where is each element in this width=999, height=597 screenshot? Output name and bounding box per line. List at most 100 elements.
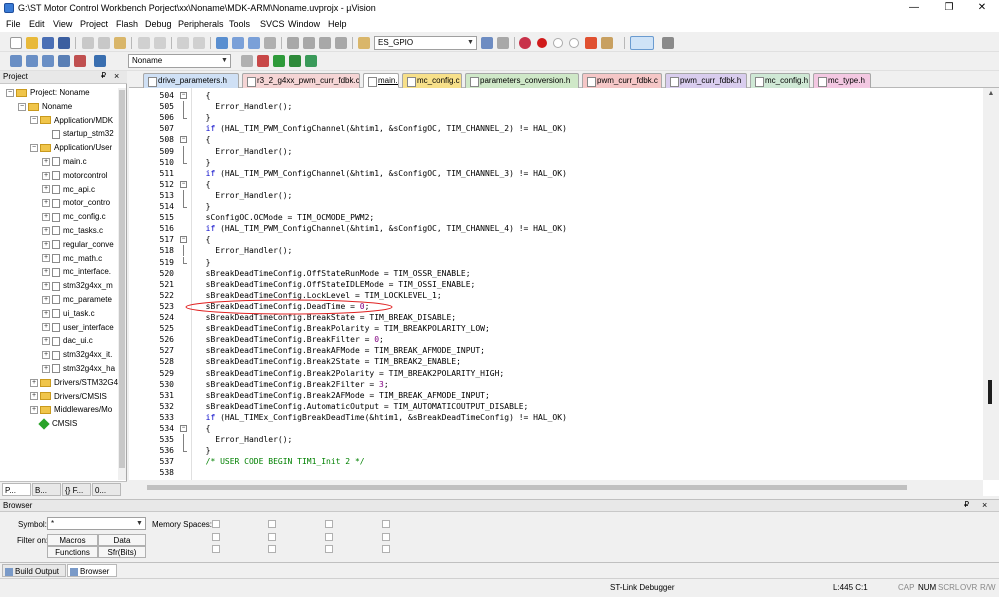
editor-tab[interactable]: main.c	[363, 73, 399, 88]
tab-books[interactable]: B...	[32, 483, 61, 496]
expand-icon[interactable]: +	[42, 351, 50, 360]
code-line[interactable]: {	[196, 234, 211, 245]
expand-icon[interactable]: +	[42, 282, 50, 291]
project-tree-item[interactable]: + mc_paramete	[42, 293, 112, 306]
expand-icon[interactable]: +	[42, 157, 50, 166]
debug-settings-icon[interactable]	[601, 37, 613, 49]
project-tree-item[interactable]: + Drivers/STM32G4	[30, 376, 118, 389]
functions-button[interactable]: Functions	[47, 546, 98, 558]
editor-tab[interactable]: drive_parameters.h	[143, 73, 239, 88]
download-icon[interactable]	[94, 55, 106, 67]
collapse-icon[interactable]: −	[6, 88, 14, 97]
expand-icon[interactable]: +	[42, 268, 50, 277]
rebuild-icon[interactable]	[42, 55, 54, 67]
configure-tools-icon[interactable]	[662, 37, 674, 49]
close-icon[interactable]: ×	[114, 71, 119, 81]
memory-space-checkbox[interactable]	[268, 545, 276, 553]
expand-icon[interactable]: +	[42, 199, 50, 208]
project-tree-item[interactable]: + motorcontrol	[42, 169, 107, 182]
menu-peripherals[interactable]: Peripherals	[178, 18, 224, 31]
close-icon[interactable]: ×	[982, 500, 987, 510]
code-line[interactable]: sBreakDeadTimeConfig.BreakAFMode = TIM_B…	[196, 345, 485, 356]
fold-toggle-icon[interactable]: −	[180, 425, 187, 432]
sfr-bits-button[interactable]: Sfr(Bits)	[98, 546, 146, 558]
memory-space-checkbox[interactable]	[325, 520, 333, 528]
paste-icon[interactable]	[114, 37, 126, 49]
tab-project[interactable]: P...	[2, 483, 31, 496]
disable-breakpoint-icon[interactable]	[553, 38, 563, 48]
code-line[interactable]: }	[196, 257, 211, 268]
find-icon[interactable]	[481, 37, 493, 49]
project-tree-item[interactable]: + mc_api.c	[42, 183, 95, 196]
scroll-up-icon[interactable]: ▲	[987, 90, 995, 98]
code-line[interactable]: {	[196, 179, 211, 190]
expand-icon[interactable]: +	[42, 171, 50, 180]
redo-icon[interactable]	[154, 37, 166, 49]
project-tree-item[interactable]: + Middlewares/Mo	[30, 403, 112, 416]
code-line[interactable]: {	[196, 90, 211, 101]
batch-build-icon[interactable]	[58, 55, 70, 67]
expand-icon[interactable]: +	[42, 240, 50, 249]
stop-build-icon[interactable]	[74, 55, 86, 67]
editor-tab[interactable]: mc_type.h	[813, 73, 871, 88]
code-line[interactable]: /* USER CODE BEGIN TIM1_Init 2 */	[196, 456, 365, 467]
code-line[interactable]: }	[196, 201, 211, 212]
pin-icon[interactable]: ₽	[101, 71, 106, 80]
project-tree-item[interactable]: + mc_math.c	[42, 252, 102, 265]
project-tree-item[interactable]: + stm32g4xx_ha	[42, 362, 115, 375]
project-tree-item[interactable]: + user_interface	[42, 321, 114, 334]
incremental-find-icon[interactable]	[497, 37, 509, 49]
menu-edit[interactable]: Edit	[29, 18, 45, 31]
menu-help[interactable]: Help	[328, 18, 347, 31]
code-line[interactable]: Error_Handler();	[196, 101, 292, 112]
code-line[interactable]: sBreakDeadTimeConfig.BreakPolarity = TIM…	[196, 323, 490, 334]
menu-window[interactable]: Window	[288, 18, 320, 31]
editor-tab[interactable]: mc_config.h	[750, 73, 810, 88]
navigate-back-icon[interactable]	[177, 37, 189, 49]
open-folder-icon[interactable]	[26, 37, 38, 49]
editor-tab[interactable]: parameters_conversion.h	[465, 73, 579, 88]
memory-space-checkbox[interactable]	[382, 520, 390, 528]
code-line[interactable]: sBreakDeadTimeConfig.OffStateRunMode = T…	[196, 268, 471, 279]
save-all-icon[interactable]	[58, 37, 70, 49]
expand-icon[interactable]: +	[42, 323, 50, 332]
code-line[interactable]: }	[196, 445, 211, 456]
memory-space-checkbox[interactable]	[325, 533, 333, 541]
editor-tab[interactable]: mc_config.c	[402, 73, 462, 88]
code-line[interactable]: Error_Handler();	[196, 146, 292, 157]
debug-start-icon[interactable]	[519, 37, 531, 49]
code-line[interactable]: if (HAL_TIM_PWM_ConfigChannel(&htim1, &s…	[196, 223, 567, 234]
symbol-combo[interactable]: * ▼	[47, 517, 146, 530]
menu-tools[interactable]: Tools	[229, 18, 250, 31]
menu-file[interactable]: File	[6, 18, 21, 31]
select-packs-icon[interactable]	[289, 55, 301, 67]
menu-svcs[interactable]: SVCS	[260, 18, 285, 31]
project-tree-item[interactable]: − Noname	[18, 100, 72, 113]
scrollbar-thumb[interactable]	[147, 485, 907, 490]
cut-icon[interactable]	[82, 37, 94, 49]
expand-icon[interactable]: +	[42, 309, 50, 318]
expand-icon[interactable]: +	[42, 337, 50, 346]
project-tree-item[interactable]: − Project: Noname	[6, 86, 90, 99]
code-line[interactable]: sBreakDeadTimeConfig.BreakFilter = 0;	[196, 334, 384, 345]
code-line[interactable]: }	[196, 157, 211, 168]
project-tree-item[interactable]: + dac_ui.c	[42, 334, 93, 347]
memory-space-checkbox[interactable]	[382, 533, 390, 541]
fold-toggle-icon[interactable]: −	[180, 136, 187, 144]
next-bookmark-icon[interactable]	[248, 37, 260, 49]
project-tree-item[interactable]: + stm32g4xx_m	[42, 279, 113, 292]
memory-space-checkbox[interactable]	[212, 545, 220, 553]
code-line[interactable]: sBreakDeadTimeConfig.AutomaticOutput = T…	[196, 401, 529, 412]
memory-space-checkbox[interactable]	[268, 520, 276, 528]
bookmark-icon[interactable]	[216, 37, 228, 49]
breakpoint-icon[interactable]	[537, 38, 547, 48]
editor-tab[interactable]: r3_2_g4xx_pwm_curr_fdbk.c	[242, 73, 360, 88]
copy-icon[interactable]	[98, 37, 110, 49]
editor-tab[interactable]: pwm_curr_fdbk.c	[582, 73, 662, 88]
project-tree-item[interactable]: CMSIS	[30, 417, 77, 430]
fold-toggle-icon[interactable]: −	[180, 92, 187, 99]
code-line[interactable]: Error_Handler();	[196, 190, 292, 201]
code-line[interactable]: {	[196, 134, 211, 145]
clear-bookmarks-icon[interactable]	[264, 37, 276, 49]
expand-icon[interactable]: +	[42, 213, 50, 222]
